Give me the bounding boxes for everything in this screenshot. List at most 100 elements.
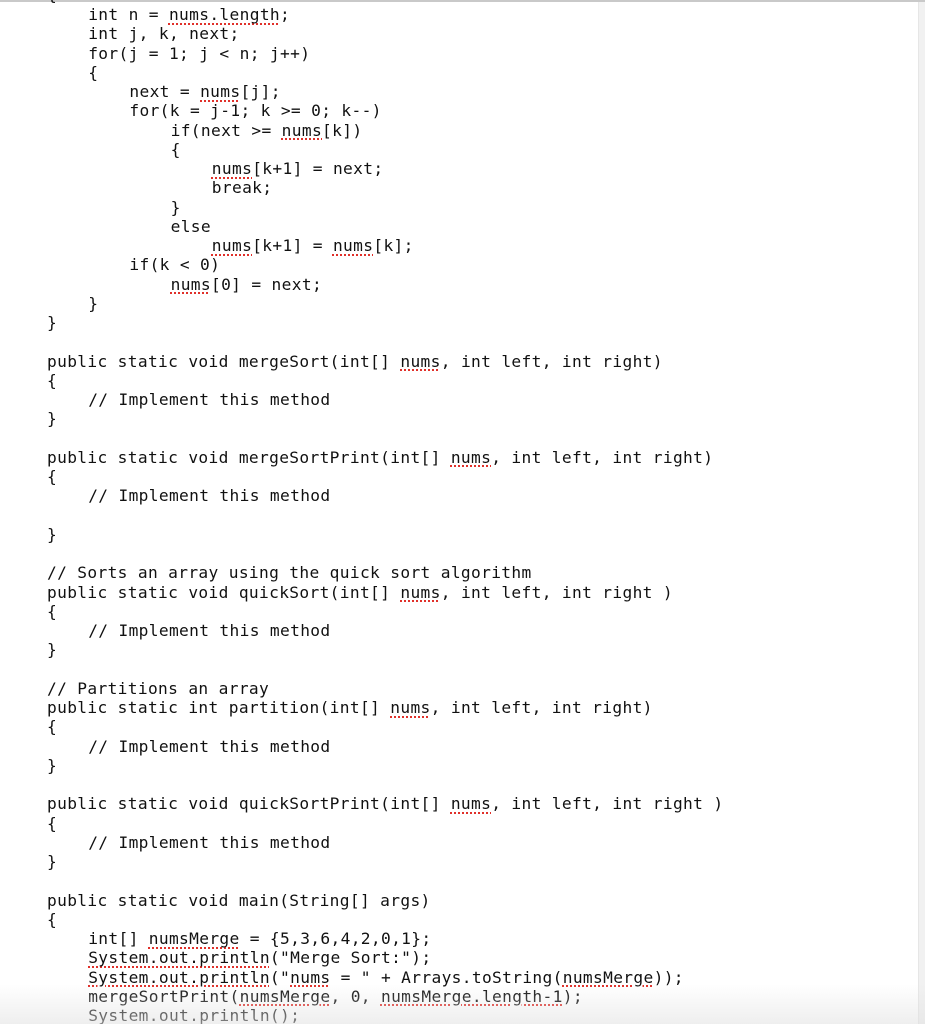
code-token: { — [47, 370, 58, 390]
code-line[interactable]: for(k = j-1; k >= 0; k--) — [129, 101, 381, 120]
code-line[interactable]: break; — [212, 178, 273, 197]
spellcheck-flagged-token: numsMerge.length-1 — [380, 986, 563, 1006]
code-token: , int left, int right ) — [491, 794, 724, 814]
code-token: public static void quickSortPrint(int[] — [47, 794, 451, 814]
code-line[interactable]: // Implement this method — [88, 486, 330, 505]
code-line[interactable]: System.out.println("Merge Sort:"); — [88, 948, 431, 967]
code-token: } — [88, 293, 99, 313]
code-token: [j]; — [240, 82, 281, 101]
code-line[interactable]: if(k < 0) — [129, 255, 220, 274]
code-token: } — [170, 197, 181, 217]
code-line[interactable]: public static void quickSortPrint(int[] … — [47, 794, 723, 813]
code-line[interactable]: public static void quickSort(int[] nums,… — [47, 583, 673, 602]
code-token: // Implement this method — [88, 832, 331, 852]
code-line[interactable]: // Sorts an array using the quick sort a… — [47, 563, 532, 582]
code-line[interactable]: int j, k, next; — [88, 24, 239, 43]
code-line[interactable]: { — [47, 717, 57, 736]
code-line[interactable]: } — [171, 198, 181, 217]
code-token: // Partitions an array — [47, 678, 270, 698]
code-line[interactable]: { — [47, 814, 57, 833]
spellcheck-flagged-token: nums — [170, 274, 211, 294]
code-line[interactable]: // Implement this method — [88, 621, 330, 640]
code-line[interactable]: public static int partition(int[] nums, … — [47, 698, 653, 717]
code-token: [k]; — [373, 236, 414, 255]
code-line[interactable]: { — [47, 602, 57, 621]
code-line[interactable]: int n = nums.length; — [88, 5, 290, 24]
code-token: public static void main(String[] args) — [47, 890, 431, 910]
code-line[interactable]: int[] numsMerge = {5,3,6,4,2,0,1}; — [88, 929, 431, 948]
code-token: } — [47, 524, 58, 544]
code-token: for(j = 1; j < n; j++) — [88, 43, 311, 63]
code-line[interactable]: public static void mergeSortPrint(int[] … — [47, 448, 713, 467]
code-line[interactable]: } — [47, 525, 57, 544]
code-line[interactable]: { — [47, 910, 57, 929]
code-token: for(k = j-1; k >= 0; k--) — [129, 101, 382, 121]
code-token: if(next >= — [170, 120, 282, 140]
code-line[interactable]: } — [47, 640, 57, 659]
code-line[interactable]: nums[k+1] = next; — [212, 159, 384, 178]
code-token: int[] — [88, 929, 149, 948]
code-line[interactable]: } — [88, 294, 98, 313]
code-line[interactable]: { — [47, 371, 57, 390]
code-token: ); — [562, 986, 583, 1006]
code-token: int j, k, next; — [88, 24, 240, 44]
code-line[interactable]: public static void mergeSort(int[] nums,… — [47, 352, 663, 371]
code-token: , int left, int right) — [491, 447, 714, 467]
code-token: } — [47, 640, 58, 660]
code-token: } — [47, 409, 58, 429]
spellcheck-flagged-token: System.out.println — [88, 967, 270, 987]
code-line[interactable]: nums[k+1] = nums[k]; — [212, 236, 414, 255]
code-line[interactable]: } — [47, 756, 57, 775]
code-line[interactable]: } — [47, 409, 57, 428]
spellcheck-flagged-token: nums — [450, 447, 492, 467]
code-token: ; — [280, 5, 291, 24]
code-token: public static int partition(int[] — [47, 698, 391, 717]
code-line[interactable]: // Partitions an array — [47, 679, 269, 698]
code-token: public static void mergeSort(int[] — [47, 351, 401, 371]
code-line[interactable]: next = nums[j]; — [129, 82, 280, 101]
code-token: { — [47, 601, 58, 621]
code-token: public static void mergeSortPrint(int[] — [47, 447, 451, 467]
code-line[interactable]: } — [47, 852, 57, 871]
code-token: } — [47, 852, 58, 871]
code-token: } — [47, 755, 58, 775]
code-token: { — [170, 139, 181, 159]
code-line[interactable]: System.out.println(); — [88, 1006, 300, 1024]
code-token: [k+1] = next; — [252, 159, 384, 178]
code-token: [0] = next; — [210, 274, 323, 294]
code-token: // Implement this method — [88, 621, 331, 640]
vertical-scrollbar[interactable] — [918, 2, 925, 1024]
code-token: ("Merge Sort:"); — [269, 948, 432, 968]
code-line[interactable]: } — [47, 313, 57, 332]
spellcheck-flagged-token: nums — [332, 236, 374, 255]
spellcheck-flagged-token: nums — [400, 582, 441, 602]
code-token: )); — [653, 967, 684, 987]
code-line[interactable]: // Implement this method — [88, 833, 330, 852]
code-line[interactable]: public static void main(String[] args) — [47, 891, 431, 910]
code-token: [k+1] = — [252, 236, 333, 255]
code-line[interactable]: nums[0] = next; — [171, 275, 322, 294]
code-token: // Implement this method — [88, 736, 331, 756]
spellcheck-flagged-token: numsMerge — [148, 929, 240, 948]
code-token: (); — [269, 1006, 301, 1024]
code-line[interactable]: if(next >= nums[k]) — [171, 121, 363, 140]
code-token: { — [47, 467, 58, 486]
code-line[interactable]: else — [171, 217, 211, 236]
spellcheck-flagged-token: nums.length — [168, 5, 281, 24]
spellcheck-flagged-token: nums — [290, 967, 331, 987]
code-line[interactable]: { — [47, 467, 57, 486]
code-token: (" — [269, 967, 291, 987]
code-token: { — [47, 813, 58, 833]
spellcheck-flagged-token: nums — [281, 120, 323, 140]
code-line[interactable]: System.out.println("nums = " + Arrays.to… — [88, 968, 684, 987]
code-token: mergeSortPrint( — [88, 986, 240, 1006]
code-editor[interactable]: { int n = nums.length;int j, k, next;for… — [0, 0, 918, 1024]
code-token: int n = — [88, 5, 169, 24]
code-line[interactable]: // Implement this method — [88, 390, 330, 409]
code-line[interactable]: for(j = 1; j < n; j++) — [88, 44, 310, 63]
code-line[interactable]: { — [88, 63, 98, 82]
code-line[interactable]: mergeSortPrint(numsMerge, 0, numsMerge.l… — [88, 987, 583, 1006]
partial-brace-top: { — [47, 0, 57, 4]
code-line[interactable]: { — [171, 140, 181, 159]
code-line[interactable]: // Implement this method — [88, 737, 330, 756]
